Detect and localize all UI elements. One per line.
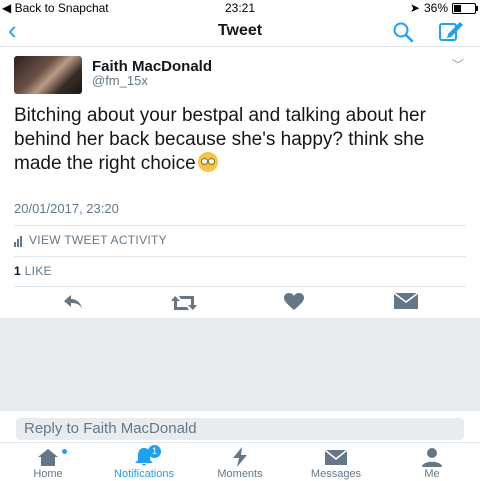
compose-icon[interactable] <box>438 19 464 48</box>
author-handle[interactable]: @fm_15x <box>92 73 148 88</box>
reply-bar: Reply to Faith MacDonald <box>0 410 480 443</box>
home-icon <box>38 449 58 466</box>
likes-count[interactable]: 1 LIKE <box>14 264 52 278</box>
clock: 23:21 <box>224 1 256 15</box>
tab-label: Notifications <box>114 468 174 480</box>
tab-home[interactable]: Home <box>0 443 96 481</box>
notification-badge: 1 <box>148 445 161 458</box>
activity-label: VIEW TWEET ACTIVITY <box>29 233 167 247</box>
tab-bar: Home 1 Notifications Moments Messages Me <box>0 442 480 481</box>
tweet-text: Bitching about your bestpal and talking … <box>14 104 472 176</box>
tab-notifications[interactable]: 1 Notifications <box>96 443 192 481</box>
reply-icon[interactable] <box>62 293 84 316</box>
tab-messages[interactable]: Messages <box>288 443 384 481</box>
envelope-icon <box>324 449 348 465</box>
status-bar: ◀ Back to Snapchat 23:21 ➤ 36% <box>0 0 480 16</box>
status-icons: ➤ 36% <box>409 0 478 16</box>
avatar[interactable] <box>14 56 82 94</box>
tweet-actions <box>0 290 480 316</box>
search-icon[interactable] <box>392 21 414 48</box>
nav-bar: ‹ Tweet <box>0 16 480 47</box>
like-count-value: 1 <box>14 264 21 278</box>
chevron-down-icon[interactable]: ﹀ <box>452 56 464 73</box>
tab-label: Messages <box>310 468 362 480</box>
direct-message-icon[interactable] <box>393 292 419 314</box>
like-count-label: LIKE <box>24 264 52 278</box>
eye-roll-emoji-icon <box>197 152 218 172</box>
divider <box>14 256 466 257</box>
view-tweet-activity-link[interactable]: VIEW TWEET ACTIVITY <box>14 233 167 247</box>
tweet-body: Bitching about your bestpal and talking … <box>14 105 426 174</box>
tab-label: Me <box>424 468 440 480</box>
bar-chart-icon <box>14 233 23 247</box>
replies-area <box>0 318 480 410</box>
lightning-icon <box>233 447 247 467</box>
person-icon <box>422 448 442 467</box>
tweet-timestamp: 20/01/2017, 23:20 <box>14 201 119 216</box>
divider <box>14 225 466 226</box>
tab-moments[interactable]: Moments <box>192 443 288 481</box>
like-heart-icon[interactable] <box>284 293 304 316</box>
tweet-author: Faith MacDonald @fm_15x ﹀ <box>14 56 464 96</box>
tab-me[interactable]: Me <box>384 443 480 481</box>
location-icon: ➤ <box>409 1 420 15</box>
new-content-dot <box>62 449 67 454</box>
retweet-icon[interactable] <box>170 293 198 318</box>
tab-label: Moments <box>217 468 263 480</box>
divider <box>14 286 466 287</box>
battery-percent: 36% <box>423 1 448 15</box>
battery-icon <box>452 2 478 14</box>
tab-label: Home <box>33 468 63 480</box>
reply-input[interactable]: Reply to Faith MacDonald <box>16 418 464 440</box>
